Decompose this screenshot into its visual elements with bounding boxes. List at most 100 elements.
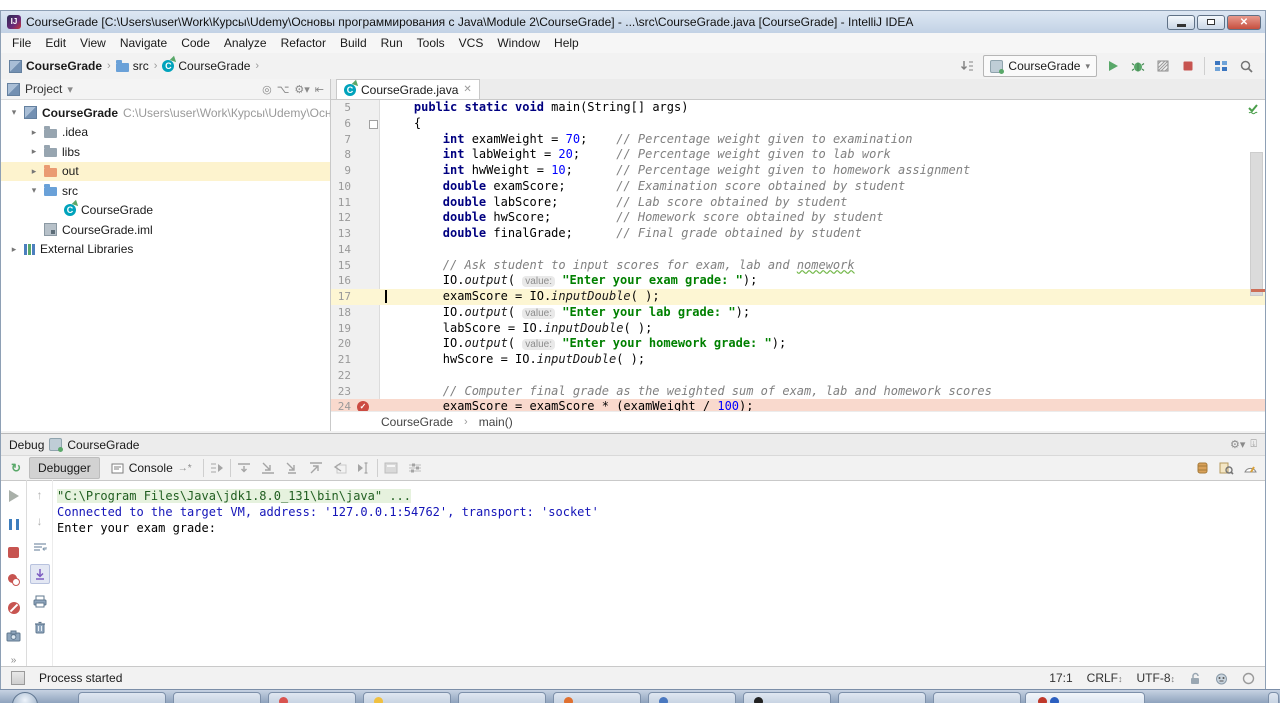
menu-code[interactable]: Code	[174, 33, 217, 53]
taskbar-app-button[interactable]	[553, 692, 641, 703]
line-number[interactable]: 11	[335, 195, 351, 211]
code-line-11[interactable]: 11 double labScore; // Lab score obtaine…	[331, 195, 1265, 211]
taskbar-app-button[interactable]	[743, 692, 831, 703]
restore-button[interactable]	[1197, 15, 1225, 30]
line-number[interactable]: 12	[335, 210, 351, 226]
locate-file-icon[interactable]: ◎	[262, 83, 272, 96]
breadcrumb-src[interactable]: src	[116, 59, 149, 73]
tree-item-external-libraries[interactable]: ▸External Libraries	[1, 240, 330, 260]
more-actions-button[interactable]: »	[11, 655, 17, 666]
drop-frame-icon[interactable]	[329, 458, 351, 478]
line-number[interactable]: 14	[335, 242, 351, 258]
window-grid-icon[interactable]	[1212, 57, 1230, 75]
code-line-13[interactable]: 13 double finalGrade; // Final grade obt…	[331, 226, 1265, 242]
restore-layout-icon[interactable]	[404, 458, 426, 478]
breadcrumb-coursegrade[interactable]: CourseGrade	[9, 59, 102, 73]
start-button[interactable]	[12, 692, 38, 703]
line-numbers-sort-icon[interactable]	[958, 57, 976, 75]
step-over-icon[interactable]	[233, 458, 255, 478]
line-number[interactable]: 6	[335, 116, 351, 132]
debug-button[interactable]	[1129, 57, 1147, 75]
line-number[interactable]: 22	[335, 368, 351, 384]
line-number[interactable]: 20	[335, 336, 351, 352]
step-out-icon[interactable]	[305, 458, 327, 478]
tab-coursegrade-java[interactable]: CourseGrade.java ✕	[336, 79, 480, 99]
memory-gauge-icon[interactable]	[1239, 458, 1261, 478]
taskbar-app-button[interactable]	[173, 692, 261, 703]
up-stack-icon[interactable]: ↑	[31, 486, 49, 504]
code-line-15[interactable]: 15 // Ask student to input scores for ex…	[331, 258, 1265, 274]
menu-run[interactable]: Run	[374, 33, 410, 53]
event-log-bubble-icon[interactable]	[1242, 672, 1255, 685]
line-number[interactable]: 5	[335, 100, 351, 116]
editor-scrollbar[interactable]	[1250, 152, 1263, 296]
taskbar-app-button[interactable]	[268, 692, 356, 703]
tree-item-coursegrade-iml[interactable]: CourseGrade.iml	[1, 220, 330, 240]
rerun-icon[interactable]: ↻	[5, 458, 27, 478]
code-line-12[interactable]: 12 double hwScore; // Homework score obt…	[331, 210, 1265, 226]
taskbar-app-button[interactable]	[648, 692, 736, 703]
menu-navigate[interactable]: Navigate	[113, 33, 174, 53]
view-breakpoints-button[interactable]	[5, 571, 23, 588]
menu-refactor[interactable]: Refactor	[274, 33, 333, 53]
tab-console[interactable]: Console →*	[102, 457, 201, 479]
code-line-5[interactable]: 5 public static void main(String[] args)	[331, 100, 1265, 116]
collapse-all-icon[interactable]: ⌥	[277, 83, 290, 96]
line-number[interactable]: 9	[335, 163, 351, 179]
tree-chevron-icon[interactable]: ▸	[29, 146, 39, 157]
resume-button[interactable]	[5, 488, 23, 505]
run-configuration-select[interactable]: CourseGrade ▾	[983, 55, 1097, 77]
windows-taskbar[interactable]	[0, 689, 1280, 703]
code-line-21[interactable]: 21 hwScore = IO.inputDouble( );	[331, 352, 1265, 368]
line-number[interactable]: 8	[335, 147, 351, 163]
menu-analyze[interactable]: Analyze	[217, 33, 274, 53]
thread-dump-camera-icon[interactable]	[5, 627, 23, 644]
code-line-14[interactable]: 14	[331, 242, 1265, 258]
code-line-10[interactable]: 10 double examScore; // Examination scor…	[331, 179, 1265, 195]
tree-chevron-icon[interactable]: ▸	[29, 166, 39, 177]
menu-tools[interactable]: Tools	[410, 33, 452, 53]
menu-window[interactable]: Window	[490, 33, 547, 53]
line-number[interactable]: 19	[335, 321, 351, 337]
stop-button[interactable]	[1179, 57, 1197, 75]
code-line-20[interactable]: 20 IO.output( value: "Enter your homewor…	[331, 336, 1265, 352]
line-number[interactable]: 10	[335, 179, 351, 195]
line-number[interactable]: 21	[335, 352, 351, 368]
line-number[interactable]: 16	[335, 273, 351, 289]
taskbar-app-button[interactable]	[933, 692, 1021, 703]
code-line-18[interactable]: 18 IO.output( value: "Enter your lab gra…	[331, 305, 1265, 321]
run-button[interactable]	[1104, 57, 1122, 75]
menu-help[interactable]: Help	[547, 33, 586, 53]
show-execution-point-icon[interactable]	[206, 458, 228, 478]
print-icon[interactable]	[31, 592, 49, 610]
search-icon[interactable]	[1237, 57, 1255, 75]
debug-panel-header[interactable]: Debug CourseGrade ⚙▾ ⍗	[1, 434, 1265, 456]
line-number[interactable]: 23	[335, 384, 351, 400]
code-line-17[interactable]: 17 examScore = IO.inputDouble( );	[331, 289, 1265, 305]
line-number[interactable]: 18	[335, 305, 351, 321]
line-number[interactable]: 13	[335, 226, 351, 242]
threads-view-icon[interactable]	[1191, 458, 1213, 478]
close-tab-icon[interactable]: ✕	[463, 84, 471, 95]
toolwindow-toggle-icon[interactable]	[11, 671, 25, 685]
code-line-7[interactable]: 7 int examWeight = 70; // Percentage wei…	[331, 132, 1265, 148]
tree-item-src[interactable]: ▾src	[1, 181, 330, 201]
code-line-19[interactable]: 19 labScore = IO.inputDouble( );	[331, 321, 1265, 337]
title-bar[interactable]: IJ CourseGrade [C:\Users\user\Work\Курсы…	[1, 11, 1265, 33]
tree-item-idea[interactable]: ▸.idea	[1, 123, 330, 143]
menu-edit[interactable]: Edit	[38, 33, 73, 53]
run-with-coverage-button[interactable]	[1154, 57, 1172, 75]
scroll-to-end-icon[interactable]	[30, 564, 50, 584]
code-line-8[interactable]: 8 int labWeight = 20; // Percentage weig…	[331, 147, 1265, 163]
line-number[interactable]: 7	[335, 132, 351, 148]
tree-chevron-icon[interactable]: ▾	[9, 107, 19, 118]
close-button[interactable]: ✕	[1227, 15, 1261, 30]
breadcrumb-coursegrade[interactable]: CourseGrade	[162, 59, 250, 73]
line-separator-select[interactable]: CRLF↕	[1087, 671, 1123, 685]
taskbar-app-button[interactable]	[458, 692, 546, 703]
code-line-22[interactable]: 22	[331, 368, 1265, 384]
tree-chevron-icon[interactable]: ▾	[29, 185, 39, 196]
tree-chevron-icon[interactable]: ▸	[9, 244, 19, 255]
project-panel-header[interactable]: Project ▾ ◎ ⌥ ⚙▾ ⇤	[1, 79, 330, 100]
console-output[interactable]: "C:\Program Files\Java\jdk1.8.0_131\bin\…	[57, 488, 1261, 666]
